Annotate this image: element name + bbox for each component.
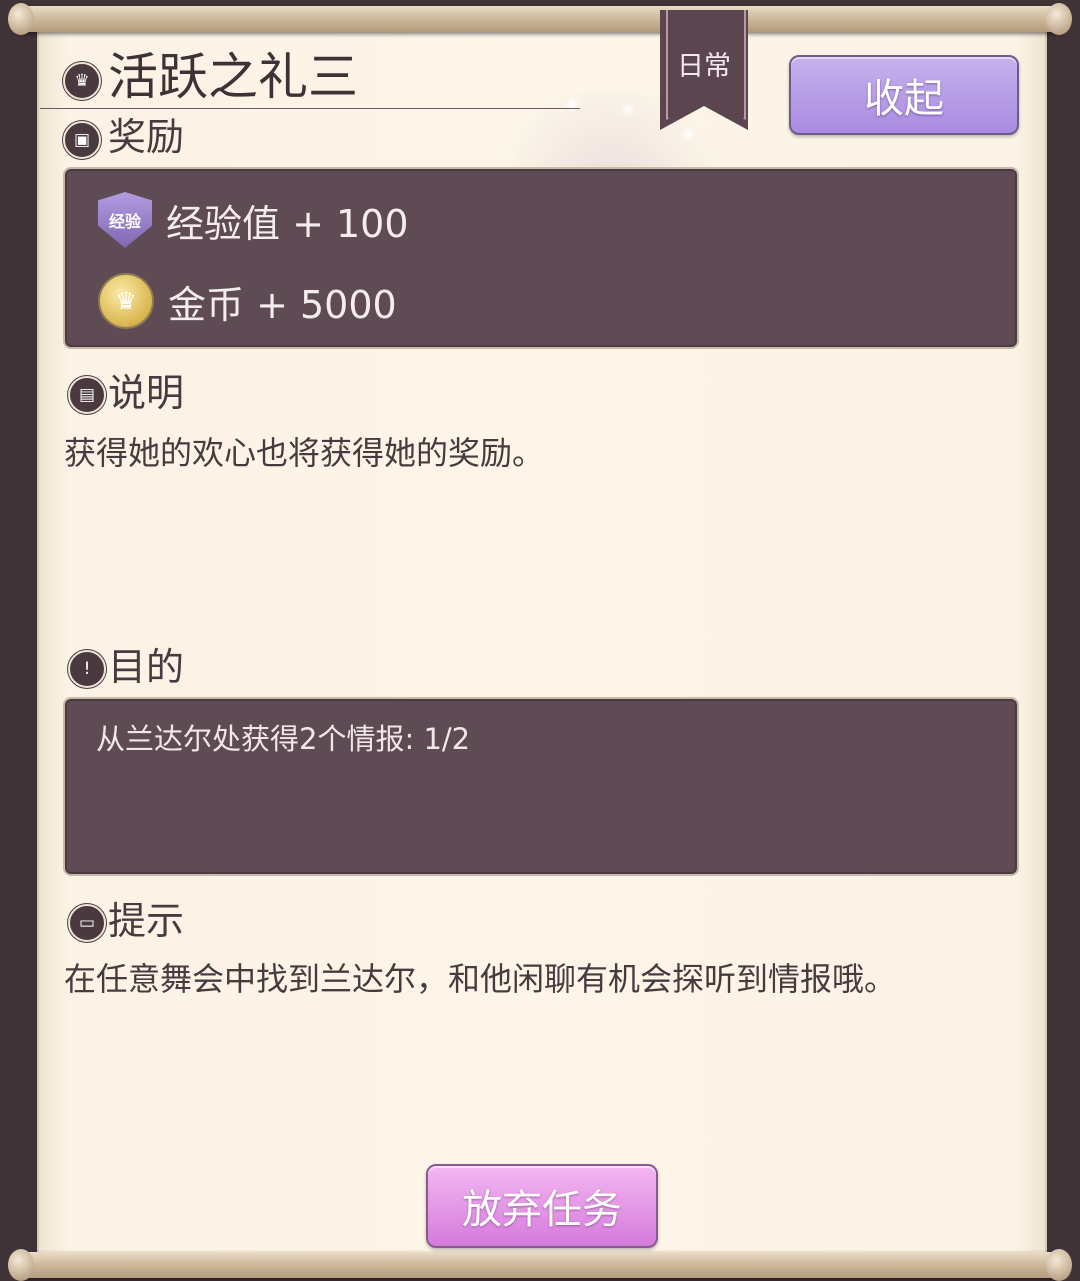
hint-heading: 提示 [108, 899, 185, 943]
note-icon: ▭ [68, 904, 106, 942]
crown-icon: ♛ [63, 62, 101, 100]
objective-text: 从兰达尔处获得2个情报: 1/2 [96, 722, 471, 756]
treasure-chest-icon: ▣ [63, 121, 101, 159]
exp-badge-icon: 经验 [98, 192, 152, 248]
book-icon: ▤ [68, 376, 106, 414]
sparkle-decoration [564, 96, 580, 112]
scroll-rod-top [8, 3, 1072, 35]
objective-heading: 目的 [108, 645, 185, 689]
rewards-heading: 奖励 [108, 115, 185, 159]
sparkle-decoration [680, 126, 696, 142]
sparkle-decoration [620, 102, 636, 118]
quest-title: 活跃之礼三 [108, 48, 358, 106]
reward-exp-label: 经验值 + 100 [166, 201, 409, 246]
gold-coin-icon: ♛ [98, 273, 154, 329]
collapse-button[interactable]: 收起 [789, 55, 1019, 135]
abandon-quest-button[interactable]: 放弃任务 [426, 1164, 658, 1248]
title-divider [40, 108, 580, 109]
category-label: 日常 [677, 51, 731, 82]
scroll-rod-bottom [8, 1249, 1072, 1281]
description-heading: 说明 [108, 371, 185, 415]
exclamation-icon: ! [68, 650, 106, 688]
reward-gold-label: 金币 + 5000 [168, 282, 397, 327]
reward-item-gold: ♛ 金币 + 5000 [98, 273, 397, 329]
reward-item-exp: 经验 经验值 + 100 [98, 192, 409, 248]
description-text: 获得她的欢心也将获得她的奖励。 [64, 434, 545, 472]
hint-text: 在任意舞会中找到兰达尔，和他闲聊有机会探听到情报哦。 [64, 960, 897, 998]
